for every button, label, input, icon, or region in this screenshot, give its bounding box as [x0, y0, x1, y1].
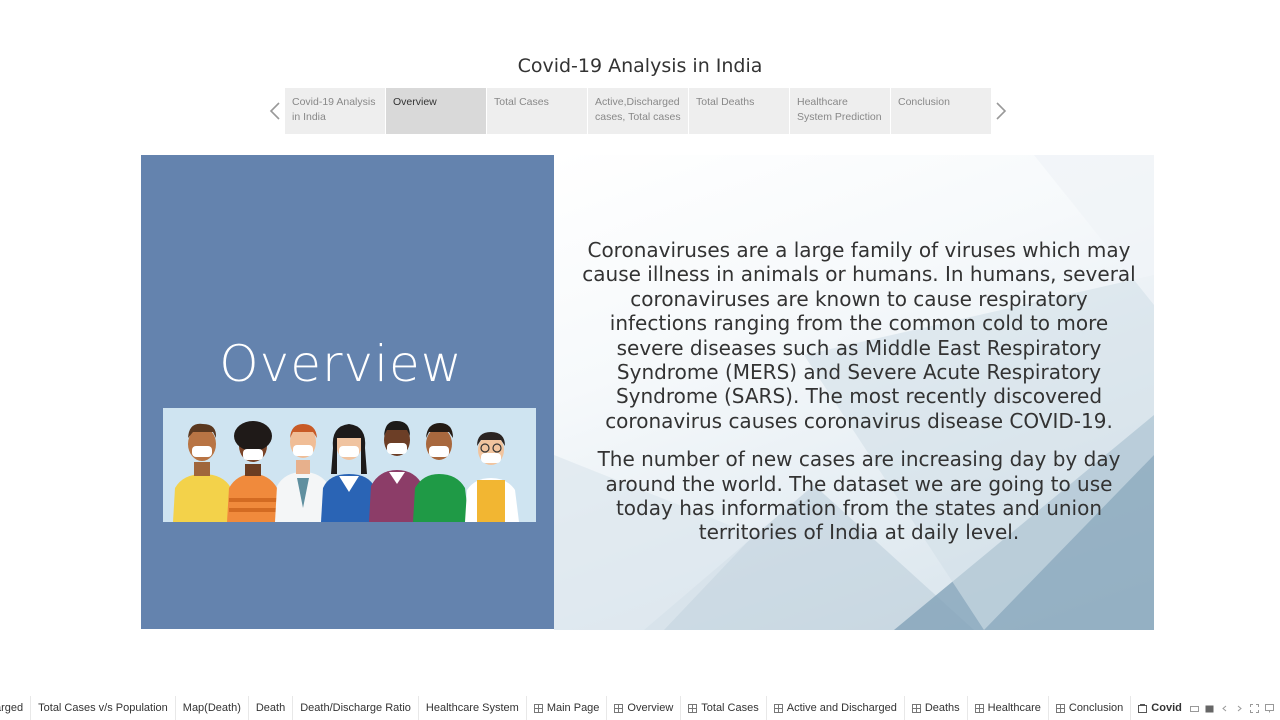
- tab-healthcare-system[interactable]: Healthcare System: [419, 696, 527, 720]
- tab-label: Total Cases v/s Population: [38, 702, 168, 714]
- previous-story-point-button[interactable]: [265, 88, 285, 134]
- tab-total-cases-vs-population[interactable]: Total Cases v/s Population: [31, 696, 176, 720]
- description-paragraph-1: Coronaviruses are a large family of viru…: [582, 238, 1136, 433]
- tab-label: Healthcare: [987, 702, 1041, 714]
- sheet-tab-bar: arged Total Cases v/s Population Map(Dea…: [0, 696, 1280, 720]
- chevron-left-icon: [269, 102, 280, 120]
- story-point-label: Active,Discharged cases, Total cases: [595, 96, 681, 123]
- tab-discharged[interactable]: arged: [0, 696, 32, 720]
- tab-death[interactable]: Death: [249, 696, 294, 720]
- tab-label: Main Page: [546, 702, 600, 714]
- tab-label: Death: [255, 702, 286, 714]
- story-icon: [1138, 703, 1148, 713]
- dashboard-icon: [1055, 703, 1065, 713]
- dashboard-icon: [688, 703, 698, 713]
- tab-bar-controls: [1182, 696, 1274, 720]
- tab-label: Healthcare System: [425, 702, 519, 714]
- overview-description: Coronaviruses are a large family of viru…: [579, 238, 1139, 545]
- tab-total-cases[interactable]: Total Cases: [681, 696, 767, 720]
- story-point-label: Covid-19 Analysis in India: [292, 96, 376, 123]
- dashboard-icon: [911, 703, 921, 713]
- presentation-mode-icon[interactable]: [1265, 703, 1274, 713]
- tab-conclusion[interactable]: Conclusion: [1049, 696, 1132, 720]
- tab-active-and-discharged[interactable]: Active and Discharged: [767, 696, 905, 720]
- story-point-conclusion[interactable]: Conclusion: [891, 88, 991, 134]
- story-point-total-cases[interactable]: Total Cases: [487, 88, 587, 134]
- tab-deaths[interactable]: Deaths: [905, 696, 968, 720]
- story-point-total-deaths[interactable]: Total Deaths: [689, 88, 789, 134]
- tab-label: Conclusion: [1068, 702, 1124, 714]
- tab-label: Active and Discharged: [786, 702, 897, 714]
- story-point-intro[interactable]: Covid-19 Analysis in India: [285, 88, 385, 134]
- next-story-point-button[interactable]: [991, 88, 1011, 134]
- tab-label: Death/Discharge Ratio: [300, 702, 411, 714]
- show-filmstrip-icon[interactable]: [1190, 704, 1199, 713]
- story-title: Covid-19 Analysis in India: [517, 55, 763, 77]
- tab-map-death[interactable]: Map(Death): [176, 696, 249, 720]
- description-paragraph-2: The number of new cases are increasing d…: [597, 447, 1121, 545]
- tab-death-discharge-ratio[interactable]: Death/Discharge Ratio: [293, 696, 419, 720]
- story-point-label: Conclusion: [898, 96, 950, 108]
- overview-heading: Overview: [219, 335, 463, 393]
- dashboard-icon: [533, 703, 543, 713]
- tab-label: Total Cases: [701, 702, 759, 714]
- show-tabs-icon[interactable]: [1205, 704, 1214, 713]
- overview-panel: Overview: [141, 155, 554, 629]
- story-point-label: Overview: [393, 96, 437, 108]
- story-point-label: Total Cases: [494, 96, 549, 108]
- tab-label: Map(Death): [182, 702, 241, 714]
- story-slide: Overview Coronaviruses are a large famil…: [141, 155, 1154, 630]
- dashboard-icon: [974, 703, 984, 713]
- story-navigator: Covid-19 Analysis in India Overview Tota…: [265, 88, 1011, 134]
- scroll-right-icon[interactable]: [1235, 704, 1244, 713]
- story-point-healthcare[interactable]: Healthcare System Prediction: [790, 88, 890, 134]
- story-point-overview[interactable]: Overview: [386, 88, 486, 134]
- dashboard-icon: [614, 703, 624, 713]
- tab-label: Deaths: [924, 702, 960, 714]
- story-point-label: Healthcare System Prediction: [797, 96, 882, 123]
- story-point-label: Total Deaths: [696, 96, 755, 108]
- tab-overview[interactable]: Overview: [607, 696, 682, 720]
- tab-label: arged: [0, 702, 24, 714]
- tab-main-page[interactable]: Main Page: [527, 696, 608, 720]
- people-with-masks-illustration: [163, 408, 536, 522]
- fullscreen-icon[interactable]: [1250, 703, 1259, 713]
- story-point-active-discharged[interactable]: Active,Discharged cases, Total cases: [588, 88, 688, 134]
- scroll-left-icon[interactable]: [1220, 704, 1229, 713]
- chevron-right-icon: [996, 102, 1007, 120]
- tab-label: Overview: [627, 702, 674, 714]
- story-page: Covid-19 Analysis in India Covid-19 Anal…: [0, 0, 1280, 720]
- overview-text-panel: Coronaviruses are a large family of viru…: [554, 155, 1154, 630]
- story-point-list: Covid-19 Analysis in India Overview Tota…: [285, 88, 991, 134]
- tab-healthcare[interactable]: Healthcare: [968, 696, 1049, 720]
- dashboard-icon: [773, 703, 783, 713]
